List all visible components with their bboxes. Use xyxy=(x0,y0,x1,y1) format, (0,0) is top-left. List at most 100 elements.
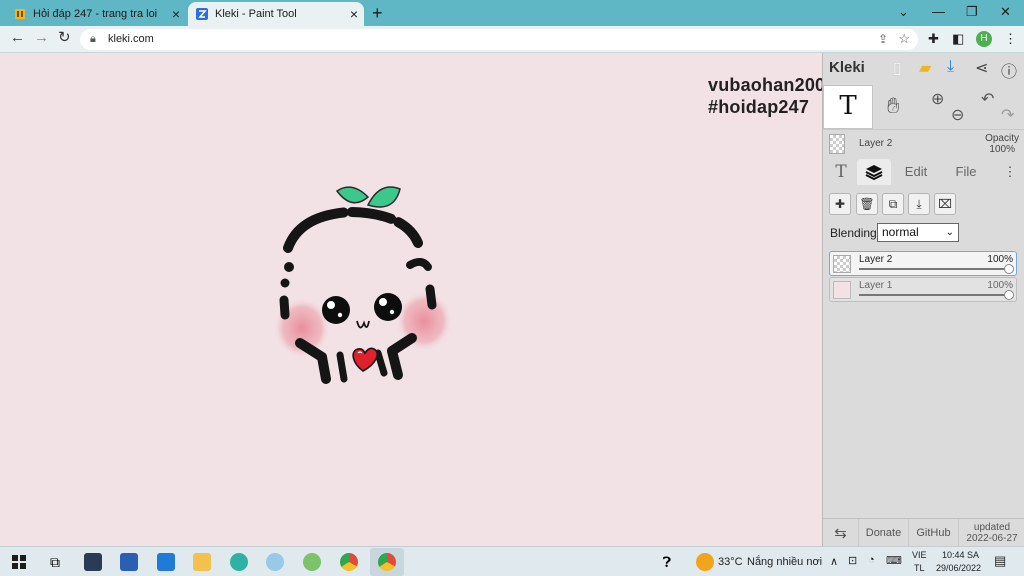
layer-name: Layer 2 xyxy=(859,254,893,265)
text-tool-button[interactable]: T xyxy=(823,85,873,129)
bookmark-star-icon[interactable]: ☆ xyxy=(898,31,910,47)
tab-title: Hỏi đáp 247 - trang tra loi xyxy=(33,8,158,20)
hand-tool-icon[interactable]: ✋︎ xyxy=(887,93,900,119)
back-arrow-icon[interactable]: ← xyxy=(10,29,25,47)
language-bottom[interactable]: TL xyxy=(914,563,925,573)
active-layer-name: Layer 2 xyxy=(859,138,893,149)
help-icon[interactable]: ⓘ xyxy=(1001,58,1017,82)
donate-link[interactable]: Donate xyxy=(859,519,909,547)
weather-sun-icon[interactable] xyxy=(696,553,714,571)
download-icon[interactable]: ⤓ xyxy=(947,58,954,76)
profile-avatar[interactable]: H xyxy=(976,31,992,47)
forward-arrow-icon[interactable]: → xyxy=(34,29,49,47)
help-icon[interactable]: ❓︎ xyxy=(658,553,676,571)
weather-text[interactable]: Nắng nhiều nơi xyxy=(747,556,822,568)
browser-tab-strip: Hỏi đáp 247 - trang tra loi × Kleki - Pa… xyxy=(0,0,1024,26)
language-top[interactable]: VIE xyxy=(912,550,927,560)
address-bar[interactable]: 🔒︎ kleki.com ⇪ ☆ xyxy=(80,29,918,50)
rename-layer-icon[interactable]: ⌧ xyxy=(934,193,956,215)
tab-close-icon[interactable]: × xyxy=(172,6,180,22)
mouth xyxy=(356,320,370,329)
layer-thumbnail xyxy=(833,255,851,273)
panel-tabs: T Edit File ⋮ xyxy=(823,159,1024,185)
tray-chevron-icon[interactable]: ∧ xyxy=(830,555,838,568)
tab-close-icon[interactable]: × xyxy=(350,6,358,22)
tab-search-chevron-icon[interactable]: ⌄ xyxy=(898,4,909,20)
windows-start-icon[interactable] xyxy=(10,553,28,571)
zoom-app-icon[interactable] xyxy=(84,553,102,571)
zoom-out-icon[interactable]: ⊖ xyxy=(951,105,964,125)
mail-app-icon[interactable] xyxy=(157,553,175,571)
slider-knob[interactable] xyxy=(1004,290,1014,300)
tab-title: Kleki - Paint Tool xyxy=(215,8,297,20)
kleki-header: Kleki ▯ ▰ ⤓ ⋖ ⓘ xyxy=(823,53,1024,83)
clock-time[interactable]: 10:44 SA xyxy=(942,550,979,560)
menu-kebab-icon[interactable]: ⋮ xyxy=(1004,31,1017,47)
kleki-favicon-icon xyxy=(196,8,208,20)
notification-icon[interactable]: ▤ xyxy=(994,553,1006,569)
tray-app-icon[interactable]: ⊡ xyxy=(848,554,857,567)
new-tab-button[interactable]: + xyxy=(372,4,383,22)
task-view-icon[interactable]: ⧉ xyxy=(46,553,64,571)
undo-icon[interactable]: ↶ xyxy=(981,89,994,109)
layer-opacity-slider[interactable] xyxy=(859,264,1014,274)
right-arm xyxy=(387,333,417,380)
chrome-icon[interactable] xyxy=(340,553,358,571)
left-eye xyxy=(322,296,350,324)
layer-item-layer-2[interactable]: Layer 2 100% xyxy=(829,251,1017,276)
app-icon[interactable] xyxy=(303,553,321,571)
reload-icon[interactable]: ↻ xyxy=(58,29,71,47)
opacity-value: 100% xyxy=(989,144,1015,155)
swap-side-icon[interactable]: ⇆ xyxy=(823,519,859,547)
kleki-side-panel: Kleki ▯ ▰ ⤓ ⋖ ⓘ T ✋︎ ⊕ ⊖ ↶ ↷ Layer 2 Opa… xyxy=(822,53,1024,547)
updated-info[interactable]: updated 2022-06-27 xyxy=(959,519,1024,547)
github-link[interactable]: GitHub xyxy=(909,519,959,547)
add-layer-icon[interactable]: ✚ xyxy=(829,193,851,215)
leaf-left xyxy=(335,186,370,204)
tab-kleki[interactable]: Kleki - Paint Tool × xyxy=(188,2,364,26)
active-layer-thumbnail xyxy=(829,134,845,154)
restore-icon[interactable]: ❐ xyxy=(966,4,978,20)
tab-hoidap[interactable]: Hỏi đáp 247 - trang tra loi × xyxy=(6,2,186,26)
tab-text-tool[interactable]: T xyxy=(831,159,851,185)
file-explorer-icon[interactable] xyxy=(193,553,211,571)
blending-select[interactable]: normal ⌄ xyxy=(877,223,959,242)
layer-buttons: ✚ 🗑︎ ⧉ ⤓ ⌧ xyxy=(829,193,1019,217)
minimize-icon[interactable]: — xyxy=(932,4,945,19)
tab-edit[interactable]: Edit xyxy=(901,159,931,185)
clock-date[interactable]: 29/06/2022 xyxy=(936,563,981,573)
duplicate-layer-icon[interactable]: ⧉ xyxy=(882,193,904,215)
extensions-puzzle-icon[interactable]: ✚ xyxy=(928,31,939,47)
word-app-icon[interactable] xyxy=(120,553,138,571)
paint-app-icon[interactable] xyxy=(266,553,284,571)
close-window-icon[interactable]: ✕ xyxy=(1000,4,1011,20)
redo-icon[interactable]: ↷ xyxy=(1001,105,1014,125)
blending-label: Blending xyxy=(830,226,877,240)
chrome-profile-icon[interactable] xyxy=(378,553,396,571)
tab-file[interactable]: File xyxy=(951,159,981,185)
layer-opacity-slider[interactable] xyxy=(859,290,1014,300)
edge-browser-icon[interactable] xyxy=(230,553,248,571)
url-text: kleki.com xyxy=(108,33,154,45)
wifi-icon[interactable]: ◔ xyxy=(868,554,875,566)
weather-temp[interactable]: 33°C xyxy=(718,556,743,568)
tab-layers[interactable] xyxy=(857,159,891,185)
browser-toolbar: ← → ↻ 🔒︎ kleki.com ⇪ ☆ ✚ ◧ H ⋮ xyxy=(0,26,1024,53)
share-icon[interactable]: ⇪ xyxy=(878,32,888,46)
zoom-in-icon[interactable]: ⊕ xyxy=(931,89,944,109)
share-icon[interactable]: ⋖ xyxy=(975,58,988,78)
side-panel-icon[interactable]: ◧ xyxy=(952,31,964,47)
lock-icon[interactable]: 🔒︎ xyxy=(90,33,96,46)
chevron-down-icon: ⌄ xyxy=(945,227,954,238)
layer-item-layer-1[interactable]: Layer 1 100% xyxy=(829,277,1017,302)
peach-character-drawing xyxy=(274,186,452,384)
merge-down-icon[interactable]: ⤓ xyxy=(908,193,930,215)
right-eye xyxy=(374,293,402,321)
new-image-icon[interactable]: ▯ xyxy=(893,58,902,78)
delete-layer-icon[interactable]: 🗑︎ xyxy=(856,193,878,215)
drawing-canvas[interactable]: vubaohan2009 #hoidap247 xyxy=(0,53,822,546)
more-options-icon[interactable]: ⋮ xyxy=(1003,159,1017,185)
slider-knob[interactable] xyxy=(1004,264,1014,274)
keyboard-icon[interactable]: ⌨ xyxy=(886,554,902,567)
open-folder-icon[interactable]: ▰ xyxy=(919,58,931,78)
